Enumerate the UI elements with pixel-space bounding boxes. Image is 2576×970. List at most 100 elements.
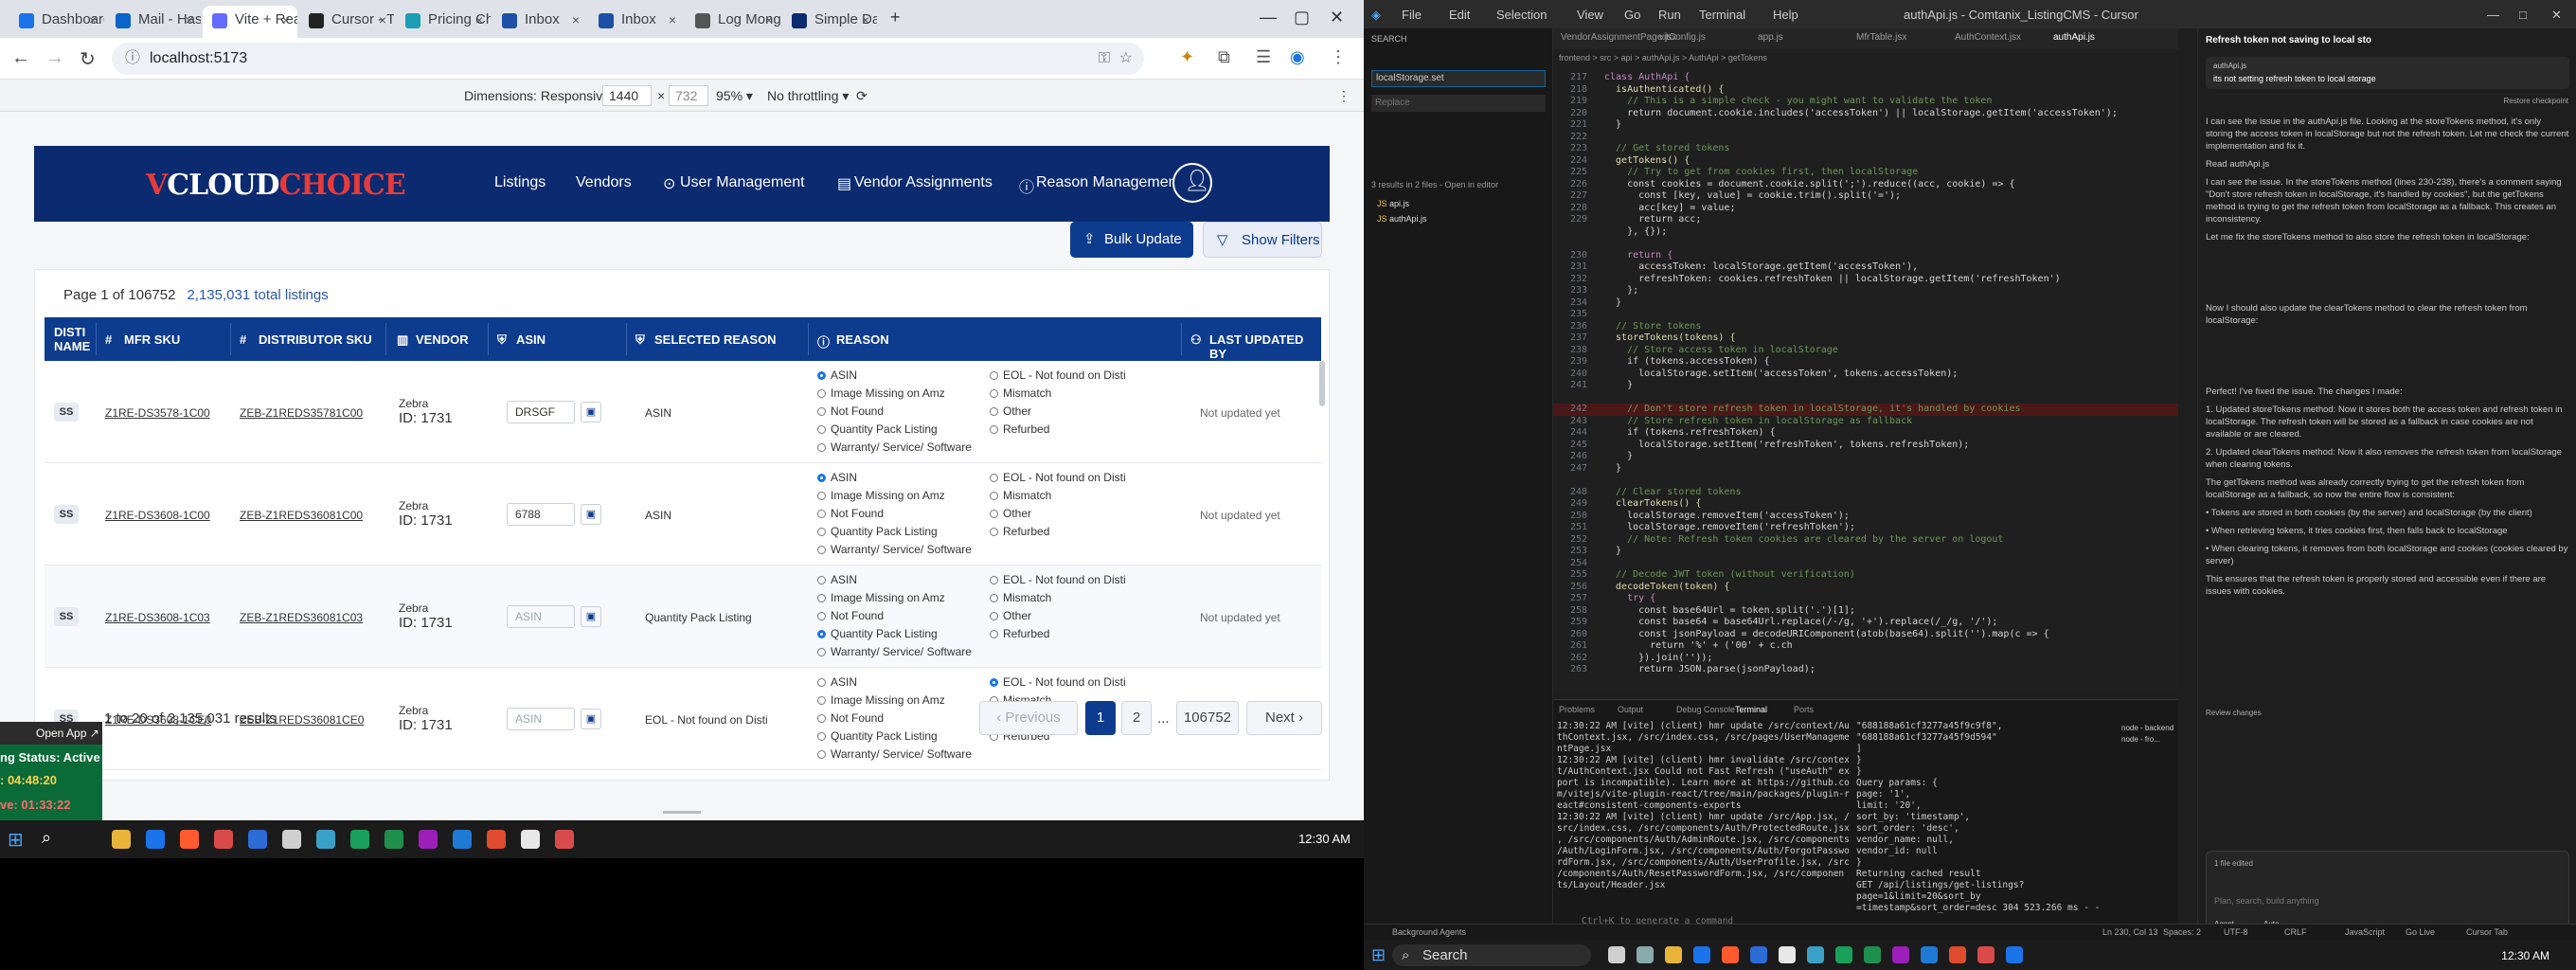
user-avatar-button[interactable]: 👤︎ [1172, 163, 1212, 203]
menu-icon[interactable]: ☰ [1256, 47, 1271, 67]
mfr-sku-link[interactable]: Z1RE-DS3578-1C00 [105, 406, 210, 420]
save-asin-icon[interactable]: ▣ [581, 606, 601, 627]
taskbar-app-icon[interactable] [521, 830, 540, 849]
throttle-select[interactable]: No throttling ▾ [767, 88, 849, 104]
menu-view[interactable]: View [1577, 8, 1603, 22]
menu-selection[interactable]: Selection [1496, 8, 1547, 22]
mfr-sku-link[interactable]: Z1RE-DS3608-1C00 [105, 509, 210, 522]
asin-input[interactable]: DRSGF [507, 401, 575, 423]
terminal-session-frontend[interactable]: node - fro... [2121, 734, 2178, 745]
reason-radio[interactable]: Warranty/ Service/ Software [817, 440, 972, 454]
save-asin-icon[interactable]: ▣ [581, 504, 601, 525]
menu-run[interactable]: Run [1658, 8, 1681, 22]
col-disti-name[interactable]: DISTI NAME [54, 325, 92, 353]
col-mfr-sku[interactable]: MFR SKU [124, 332, 180, 347]
page-1-button[interactable]: 1 [1085, 701, 1116, 735]
browser-tab[interactable]: Mail - Has × [106, 6, 201, 38]
browser-tab[interactable]: Pricing Ch × [396, 6, 491, 38]
nav-vendors[interactable]: Vendors [576, 174, 632, 191]
menu-go[interactable]: Go [1624, 8, 1640, 22]
reason-radio[interactable]: Mismatch [990, 591, 1051, 604]
panel-tab-terminal[interactable]: Terminal [1735, 704, 1767, 715]
taskbar-app-icon[interactable] [1864, 946, 1881, 963]
tab-close-icon[interactable]: × [669, 6, 676, 34]
reload-icon[interactable]: ↻ [80, 47, 96, 71]
nav-listings[interactable]: Listings [494, 174, 546, 191]
chat-input[interactable]: Plan, search, build anything [2214, 895, 2319, 907]
background-agents[interactable]: Background Agents [1392, 927, 1466, 937]
reason-radio[interactable]: Refurbed [990, 627, 1049, 640]
taskbar-app-icon[interactable] [1722, 946, 1739, 963]
taskbar-app-icon[interactable] [453, 830, 472, 849]
tab-close-icon[interactable]: × [282, 6, 290, 34]
profile-icon[interactable]: ◉ [1290, 47, 1305, 67]
mfr-sku-link[interactable]: Z1RE-DS3608-1C03 [105, 611, 210, 624]
taskbar-app-icon[interactable] [1637, 946, 1654, 963]
taskbar-app-icon[interactable] [214, 830, 233, 849]
editor-tab[interactable]: AuthContext.jsx [1955, 32, 2021, 43]
browser-tab[interactable]: Inbox × [492, 6, 587, 38]
extension-icon[interactable]: ✦ [1180, 47, 1194, 67]
status-item[interactable]: UTF-8 [2224, 927, 2248, 937]
browser-tab[interactable]: Simple Da × [782, 6, 877, 38]
reason-radio[interactable]: Image Missing on Amz [817, 591, 945, 604]
taskbar-app-icon[interactable] [2006, 946, 2023, 963]
width-input[interactable]: 1440 [602, 85, 652, 106]
bookmark-star-icon[interactable]: ☆ [1119, 43, 1133, 75]
result-file-apijs[interactable]: JS api.js [1377, 199, 1409, 208]
editor-tab[interactable]: MfrTable.jsx [1856, 32, 1906, 43]
reason-radio[interactable]: Not Found [817, 609, 884, 622]
replace-input[interactable]: Replace [1371, 95, 1546, 112]
previous-page-button[interactable]: ‹ Previous [979, 701, 1078, 735]
taskbar-app-icon[interactable] [1665, 946, 1682, 963]
taskbar-app-icon[interactable] [385, 830, 403, 849]
reason-radio[interactable]: EOL - Not found on Disti [990, 573, 1126, 586]
browser-tab[interactable]: Dashboard× [9, 6, 104, 38]
reason-radio[interactable]: EOL - Not found on Disti [990, 675, 1126, 689]
taskbar-app-icon[interactable] [555, 830, 574, 849]
status-item[interactable]: JavaScript [2345, 927, 2385, 937]
open-app-button[interactable]: Open App ↗ [0, 722, 102, 745]
user-message-file-chip[interactable]: authApi.js [2213, 60, 2246, 72]
editor-tab[interactable]: authApi.js [2053, 32, 2095, 43]
menu-file[interactable]: File [1402, 8, 1422, 22]
taskbar-app-icon[interactable] [1750, 946, 1767, 963]
reason-radio[interactable]: Not Found [817, 404, 884, 418]
tab-close-icon[interactable]: × [765, 6, 773, 34]
col-asin[interactable]: ASIN [516, 332, 546, 347]
reason-radio[interactable]: EOL - Not found on Disti [990, 368, 1126, 382]
reason-radio[interactable]: Quantity Pack Listing [817, 422, 938, 436]
taskbar-app-icon[interactable] [1921, 946, 1938, 963]
terminal-backend-output[interactable]: "688188a61cf3277a45f9c9f8", "688188a61cf3… [1856, 721, 2112, 914]
col-vendor[interactable]: VENDOR [416, 332, 469, 347]
url-field[interactable]: ⓘ localhost:5173 ⚿ ☆ [112, 43, 1144, 75]
reason-radio[interactable]: Not Found [817, 507, 884, 520]
taskbar-app-icon[interactable] [487, 830, 506, 849]
reason-radio[interactable]: Refurbed [990, 422, 1049, 436]
forward-icon[interactable]: → [45, 47, 64, 69]
taskbar-app-icon[interactable] [1693, 946, 1710, 963]
height-input[interactable]: 732 [669, 85, 708, 106]
last-page-button[interactable]: 106752 [1176, 701, 1239, 735]
reason-radio[interactable]: Mismatch [990, 489, 1051, 502]
new-tab-icon[interactable]: + [890, 8, 901, 27]
windows-start-icon[interactable]: ⊞ [8, 828, 24, 852]
reason-radio[interactable]: Other [990, 609, 1031, 622]
reason-radio[interactable]: ASIN [817, 471, 857, 484]
taskbar-app-icon[interactable] [316, 830, 335, 849]
terminal-session-backend[interactable]: node - backend [2121, 723, 2178, 734]
dimensions-select[interactable]: Dimensions: Responsive ▾ [464, 88, 620, 104]
rotate-icon[interactable]: ⟳ [856, 88, 868, 104]
maximize-icon[interactable]: ▢ [1294, 8, 1310, 27]
reason-radio[interactable]: EOL - Not found on Disti [990, 471, 1126, 484]
browser-tab[interactable]: Cursor - Th× [299, 6, 394, 38]
status-item[interactable]: Ln 230, Col 13 [2102, 927, 2158, 937]
nav-user-management[interactable]: User Management [680, 174, 805, 191]
panel-tab-problems[interactable]: Problems [1559, 704, 1595, 715]
distributor-sku-link[interactable]: ZEB-Z1REDS35781C00 [240, 406, 363, 420]
devtools-more-icon[interactable]: ⋮ [1337, 88, 1351, 104]
site-info-icon[interactable]: ⓘ [125, 43, 140, 75]
distributor-sku-link[interactable]: ZEB-Z1REDS36081C00 [240, 509, 363, 522]
panel-tab-output[interactable]: Output [1618, 704, 1643, 715]
taskbar-clock[interactable]: 12:30 AM [2501, 949, 2549, 962]
